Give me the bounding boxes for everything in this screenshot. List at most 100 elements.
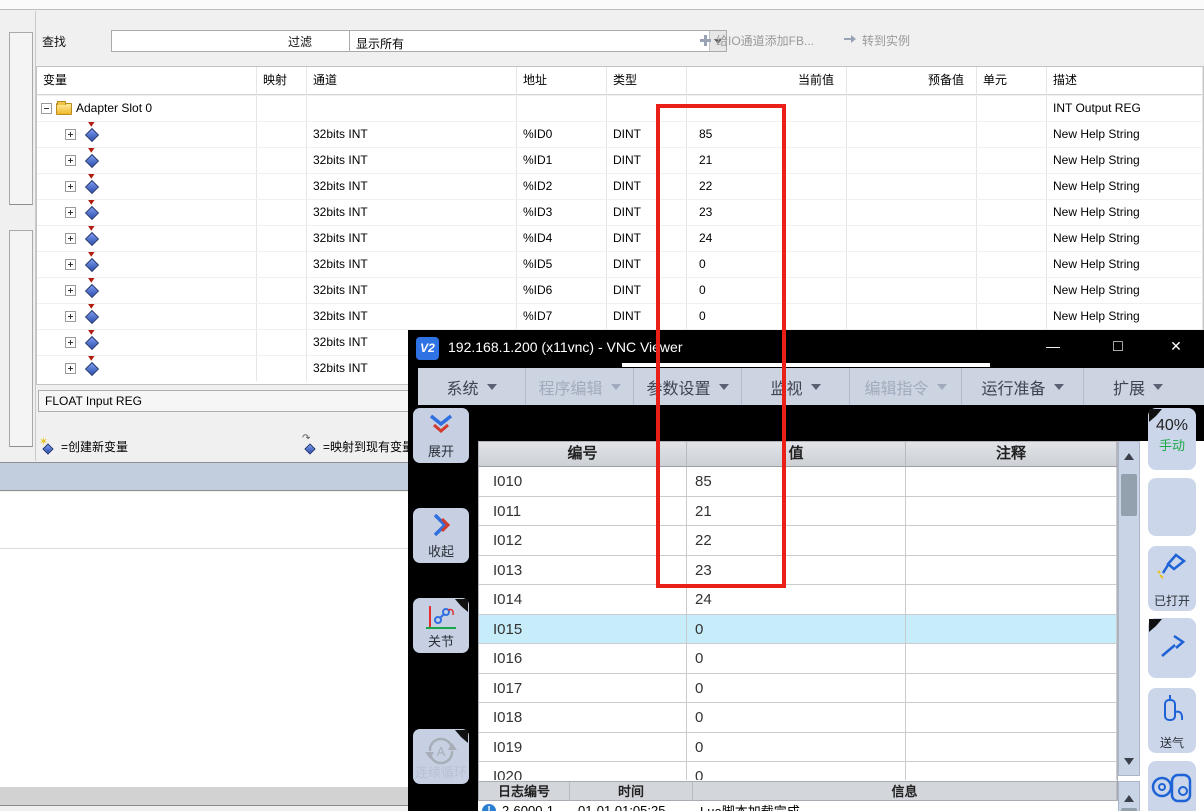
menu-system[interactable]: 系统 xyxy=(418,368,526,405)
menu-extension[interactable]: 扩展 xyxy=(1084,368,1192,405)
scrollbar-thumb[interactable] xyxy=(1121,474,1137,516)
goto-arrow-icon xyxy=(844,34,858,45)
io-row[interactable]: I01424 xyxy=(479,585,1117,615)
rail-panel-bottom xyxy=(9,230,33,447)
chevron-down-icon xyxy=(811,384,821,395)
chevron-down-icon xyxy=(1153,384,1163,395)
io-row[interactable]: I01323 xyxy=(479,556,1117,586)
mapped-variable-icon xyxy=(85,257,99,271)
log-rows: ! 2-6000-1 01-01 01:05:25 Lua脚本加载完成 ! 2-… xyxy=(478,801,1118,811)
mapped-variable-icon xyxy=(85,309,99,323)
continuous-loop-button[interactable]: A 连续循环 xyxy=(413,729,469,784)
find-input[interactable] xyxy=(111,30,367,52)
scroll-up-button[interactable] xyxy=(1119,784,1139,804)
joint-coordinate-button[interactable]: 关节 xyxy=(413,598,469,653)
io-row[interactable]: I01222 xyxy=(479,526,1117,556)
minimize-button[interactable]: — xyxy=(1038,338,1068,354)
mapped-variable-icon xyxy=(85,153,99,167)
io-row-selected[interactable]: I0150 xyxy=(479,615,1117,645)
expand-icon[interactable] xyxy=(65,311,76,322)
mapped-variable-icon xyxy=(85,231,99,245)
col-prepared-value: 预备值 xyxy=(847,67,977,94)
expand-icon[interactable] xyxy=(65,259,76,270)
menu-run-prepare[interactable]: 运行准备 xyxy=(962,368,1084,405)
log-row[interactable]: ! 2-6000-1 01-01 01:05:25 Lua脚本加载完成 xyxy=(478,801,1118,811)
close-button[interactable]: ✕ xyxy=(1161,338,1191,355)
left-rail xyxy=(0,11,36,461)
table-row[interactable]: 32bits INT%ID7DINT0New Help String xyxy=(37,303,1203,329)
pendant-menu-bar: 系统 程序编辑 参数设置 监视 编辑指令 运行准备 扩展 xyxy=(418,368,1204,405)
vnc-window-title: 192.168.1.200 (x11vnc) - VNC Viewer xyxy=(448,339,683,355)
vnc-title-bar[interactable]: V2 192.168.1.200 (x11vnc) - VNC Viewer —… xyxy=(408,330,1204,366)
mode-manual-label: 手动 xyxy=(1148,435,1196,454)
io-register-table: 编号 值 注释 I01085 I01121 I01222 I01323 I014… xyxy=(478,441,1118,781)
legend-map-label: =映射到现有变量 xyxy=(323,438,414,455)
table-row[interactable]: 32bits INT%ID6DINT0New Help String xyxy=(37,277,1203,303)
table-row[interactable]: 32bits INT%ID1DINT21New Help String xyxy=(37,147,1203,173)
torch-button[interactable] xyxy=(1148,618,1196,678)
table-row[interactable]: 32bits INT%ID3DINT23New Help String xyxy=(37,199,1203,225)
col-variable: 变量 xyxy=(37,67,257,94)
svg-text:A: A xyxy=(437,744,446,759)
expand-icon[interactable] xyxy=(65,155,76,166)
expand-icon[interactable] xyxy=(65,181,76,192)
double-chevron-right-icon xyxy=(427,513,455,537)
filter-value: 显示所有 xyxy=(356,35,404,52)
gas-label: 送气 xyxy=(1148,734,1196,751)
maximize-button[interactable]: □ xyxy=(1103,338,1133,356)
vnc-viewer-window: V2 192.168.1.200 (x11vnc) - VNC Viewer —… xyxy=(408,330,1204,811)
robot-gripper-icon xyxy=(1150,769,1194,809)
expand-icon[interactable] xyxy=(65,285,76,296)
top-window-strip xyxy=(0,0,1204,10)
col-description: 描述 xyxy=(1047,67,1203,94)
io-row[interactable]: I01121 xyxy=(479,497,1117,527)
wire-feed-button[interactable] xyxy=(1148,761,1196,811)
io-table-rows: I01085 I01121 I01222 I01323 I01424 I0150… xyxy=(479,467,1117,780)
collapse-expander-icon[interactable] xyxy=(41,103,52,114)
io-table-scrollbar[interactable] xyxy=(1118,441,1140,776)
expand-button[interactable]: 展开 xyxy=(413,408,469,463)
io-row[interactable]: I0160 xyxy=(479,644,1117,674)
filter-combobox[interactable]: 显示所有 xyxy=(349,30,727,52)
blank-button[interactable] xyxy=(1148,478,1196,536)
expand-icon[interactable] xyxy=(65,337,76,348)
gas-supply-button[interactable]: 送气 xyxy=(1148,688,1196,753)
io-row[interactable]: I0170 xyxy=(479,674,1117,704)
col-mapping: 映射 xyxy=(257,67,307,94)
io-row[interactable]: I01085 xyxy=(479,467,1117,497)
io-row[interactable]: I0190 xyxy=(479,733,1117,763)
collapse-button[interactable]: 收起 xyxy=(413,508,469,563)
speed-value: 40% xyxy=(1148,417,1196,435)
io-table-header: 编号 值 注释 xyxy=(479,442,1117,467)
plus-icon xyxy=(700,35,711,46)
col-type: 类型 xyxy=(607,67,687,94)
speed-mode-button[interactable]: 40% 手动 xyxy=(1148,408,1196,470)
double-chevron-down-icon xyxy=(427,413,455,437)
io-row[interactable]: I0200 xyxy=(479,762,1117,780)
expand-icon[interactable] xyxy=(65,129,76,140)
col-log-time: 时间 xyxy=(570,782,693,801)
folder-icon xyxy=(56,103,72,115)
expand-icon[interactable] xyxy=(65,363,76,374)
vnc-remote-desktop: 系统 程序编辑 参数设置 监视 编辑指令 运行准备 扩展 展开 xyxy=(408,366,1204,811)
torch-open-button[interactable]: 已打开 xyxy=(1148,546,1196,611)
add-fb-button[interactable]: 给IO通道添加FB... xyxy=(700,32,814,49)
table-row[interactable]: 32bits INT%ID5DINT0New Help String xyxy=(37,251,1203,277)
table-row[interactable]: 32bits INT%ID2DINT22New Help String xyxy=(37,173,1203,199)
find-label: 查找 xyxy=(42,33,66,50)
table-row[interactable]: 32bits INT%ID4DINT24New Help String xyxy=(37,225,1203,251)
table-row[interactable]: 32bits INT%ID0DINT85New Help String xyxy=(37,121,1203,147)
expand-icon[interactable] xyxy=(65,207,76,218)
menu-program-edit[interactable]: 程序编辑 xyxy=(526,368,634,405)
expand-icon[interactable] xyxy=(65,233,76,244)
table-row-adapter[interactable]: Adapter Slot 0 INT Output REG xyxy=(37,95,1203,121)
io-row[interactable]: I0180 xyxy=(479,703,1117,733)
log-table-header: 日志编号 时间 信息 xyxy=(478,781,1118,801)
menu-edit-instruction[interactable]: 编辑指令 xyxy=(850,368,962,405)
goto-instance-button[interactable]: 转到实例 xyxy=(844,32,910,49)
col-channel: 通道 xyxy=(307,67,517,94)
scroll-up-button[interactable] xyxy=(1119,442,1139,462)
log-scrollbar[interactable] xyxy=(1118,781,1140,811)
scroll-down-button[interactable] xyxy=(1119,750,1139,770)
io-mapping-toolbar: 查找 过滤 显示所有 给IO通道添加FB... 转到实例 xyxy=(36,11,1204,61)
